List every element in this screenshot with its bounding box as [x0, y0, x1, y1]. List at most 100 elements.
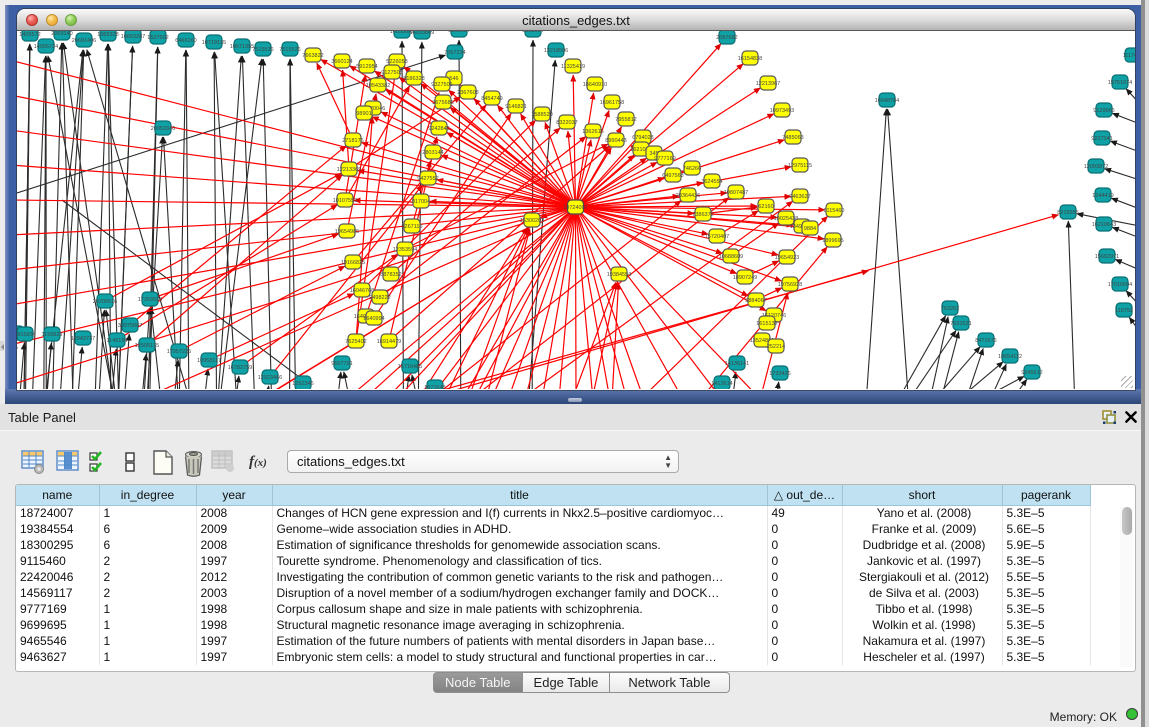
svg-text:12975115: 12975115	[788, 163, 812, 169]
svg-text:9227341: 9227341	[1091, 136, 1112, 142]
svg-text:3675685: 3675685	[432, 100, 453, 106]
svg-text:8990443: 8990443	[605, 138, 626, 144]
svg-text:1588520: 1588520	[531, 112, 552, 118]
svg-text:19756928: 19756928	[778, 282, 802, 288]
svg-text:8215955: 8215955	[1057, 210, 1078, 216]
svg-text:11325419: 11325419	[561, 64, 585, 70]
svg-text:15300203: 15300203	[520, 218, 544, 224]
svg-text:10107553: 10107553	[333, 198, 357, 204]
svg-text:8186328: 8186328	[403, 76, 424, 82]
svg-text:252214: 252214	[767, 344, 785, 350]
svg-text:3660124: 3660124	[331, 59, 352, 65]
svg-text:7386372: 7386372	[692, 212, 713, 218]
svg-text:15716485: 15716485	[398, 364, 422, 370]
svg-text:8813054: 8813054	[448, 31, 469, 34]
svg-text:1413614: 1413614	[711, 381, 732, 387]
svg-text:10654112: 10654112	[998, 354, 1022, 360]
svg-text:16782759: 16782759	[228, 365, 252, 371]
svg-text:7625402: 7625402	[345, 339, 366, 345]
svg-text:10719135: 10719135	[202, 40, 226, 46]
svg-text:8322037: 8322037	[556, 120, 577, 126]
svg-text:1065328: 1065328	[97, 32, 118, 38]
svg-text:16648784: 16648784	[875, 98, 899, 104]
svg-text:8813054: 8813054	[522, 31, 543, 34]
svg-text:746266: 746266	[683, 166, 701, 172]
svg-text:19654923: 19654923	[775, 255, 799, 261]
svg-text:13218506: 13218506	[544, 48, 568, 54]
svg-text:62160: 62160	[758, 204, 773, 210]
svg-text:12923466: 12923466	[258, 375, 282, 381]
svg-text:7515526: 7515526	[252, 47, 273, 53]
svg-text:19384554: 19384554	[607, 272, 631, 278]
svg-text:1571648: 1571648	[424, 385, 445, 389]
svg-text:20053346: 20053346	[151, 126, 175, 132]
svg-text:1362615: 1362615	[582, 129, 603, 135]
svg-text:6466160: 6466160	[175, 38, 196, 44]
svg-text:17016504: 17016504	[1108, 282, 1132, 288]
svg-text:16033809: 16033809	[410, 31, 434, 36]
svg-text:10671355: 10671355	[230, 44, 254, 50]
svg-text:2087682: 2087682	[716, 35, 737, 41]
svg-text:9498222: 9498222	[369, 295, 390, 301]
svg-text:16914479: 16914479	[377, 339, 401, 345]
svg-text:6794028: 6794028	[632, 135, 653, 141]
svg-text:9657791: 9657791	[331, 361, 352, 367]
svg-text:12213369: 12213369	[337, 167, 361, 173]
svg-text:20364436: 20364436	[676, 193, 700, 199]
svg-text:9146821: 9146821	[505, 104, 526, 110]
svg-text:18907249: 18907249	[733, 275, 757, 281]
svg-text:1733426: 1733426	[769, 371, 790, 377]
svg-text:2069140: 2069140	[51, 31, 72, 37]
svg-text:12213967: 12213967	[756, 81, 780, 87]
svg-text:17957225: 17957225	[167, 349, 191, 355]
svg-text:16961758: 16961758	[600, 100, 624, 106]
svg-text:15720407: 15720407	[705, 234, 729, 240]
svg-text:19654985: 19654985	[335, 229, 359, 235]
svg-text:1615132: 1615132	[756, 321, 777, 327]
svg-text:9242845: 9242845	[428, 126, 449, 132]
svg-text:1145194: 1145194	[106, 338, 127, 344]
svg-text:8878352: 8878352	[380, 272, 401, 278]
svg-text:12505135: 12505135	[135, 343, 159, 349]
svg-text:10807487: 10807487	[724, 190, 748, 196]
svg-text:18724007: 18724007	[563, 205, 587, 211]
svg-text:7632621: 7632621	[950, 321, 971, 327]
svg-text:12942737: 12942737	[71, 336, 95, 342]
svg-text:14136141: 14136141	[725, 361, 749, 367]
svg-text:9427552: 9427552	[417, 176, 438, 182]
svg-text:10543382: 10543382	[366, 83, 390, 89]
svg-text:9899695: 9899695	[822, 238, 843, 244]
svg-text:7357224: 7357224	[444, 50, 465, 56]
svg-text:30975887: 30975887	[118, 323, 142, 329]
svg-text:18640910: 18640910	[583, 82, 607, 88]
svg-text:10973493: 10973493	[770, 108, 794, 114]
svg-text:9129966: 9129966	[1093, 108, 1114, 114]
svg-text:9245612: 9245612	[1021, 370, 1042, 376]
svg-text:9777169: 9777169	[654, 156, 675, 162]
svg-text:1405572: 1405572	[19, 32, 40, 38]
svg-text:917004: 917004	[412, 199, 430, 205]
svg-text:9327505: 9327505	[431, 82, 452, 88]
svg-text:9127505: 9127505	[381, 70, 402, 76]
svg-text:10653287: 10653287	[121, 34, 145, 40]
svg-text:98901: 98901	[356, 111, 371, 117]
svg-text:14055724: 14055724	[34, 44, 58, 50]
svg-text:15692971: 15692971	[1095, 254, 1119, 260]
svg-text:5226058: 5226058	[386, 59, 407, 65]
svg-text:3915934: 3915934	[17, 332, 36, 338]
svg-text:16210643: 16210643	[1092, 222, 1116, 228]
svg-text:9884067: 9884067	[745, 298, 766, 304]
svg-text:20691406: 20691406	[72, 38, 96, 44]
svg-text:2367608: 2367608	[457, 90, 478, 96]
svg-text:17359924: 17359924	[138, 297, 162, 303]
svg-text:116753: 116753	[1115, 308, 1133, 314]
svg-text:15751074: 15751074	[1108, 80, 1132, 86]
svg-text:7663822: 7663822	[302, 53, 323, 59]
svg-text:1527602: 1527602	[147, 35, 168, 41]
svg-text:9884: 9884	[804, 226, 816, 232]
svg-text:9463627: 9463627	[789, 194, 810, 200]
svg-text:2803144: 2803144	[422, 150, 443, 156]
svg-text:1156829: 1156829	[41, 332, 62, 338]
svg-text:10958117: 10958117	[197, 358, 221, 364]
svg-text:8471676: 8471676	[975, 338, 996, 344]
